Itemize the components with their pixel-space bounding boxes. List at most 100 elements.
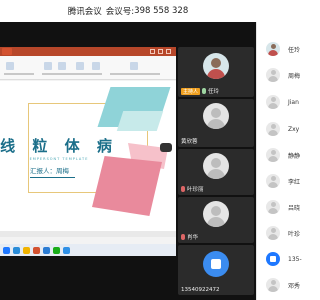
mic-muted-icon	[181, 186, 185, 192]
start-icon[interactable]	[3, 246, 10, 254]
mic-icon	[202, 88, 207, 94]
avatar-head	[211, 206, 221, 216]
close-icon[interactable]	[166, 49, 171, 54]
ribbon-divider	[4, 73, 34, 75]
participant-row[interactable]: Zxy	[257, 117, 301, 141]
avatar-body	[268, 156, 278, 162]
meeting-id: 398 558 328	[134, 6, 189, 16]
participant-name: 邓秀	[288, 282, 301, 290]
participant-row[interactable]: 吕晓	[257, 195, 301, 219]
ppt-statusbar	[0, 231, 176, 237]
avatar-body	[268, 103, 278, 109]
avatar-head	[270, 176, 276, 181]
participant-avatar	[266, 122, 280, 136]
slide-presenter: 汇报人：周梅	[30, 165, 75, 178]
avatar	[203, 153, 229, 179]
folder-icon[interactable]	[23, 246, 30, 254]
avatar-head	[211, 58, 221, 68]
phone-icon	[266, 252, 280, 266]
avatar	[203, 201, 229, 227]
avatar-body	[207, 169, 225, 179]
ribbon-divider	[110, 73, 160, 75]
avatar-head	[270, 44, 276, 49]
video-tile[interactable]: 主持人 任玲	[178, 47, 254, 97]
avatar-head	[270, 97, 276, 102]
slide-title: 线 粒 体 病	[0, 137, 118, 155]
avatar-head	[270, 228, 276, 233]
mic-muted-icon	[181, 234, 185, 240]
edge-icon[interactable]	[13, 246, 20, 254]
participant-name: 任玲	[288, 46, 301, 54]
slide-decoration	[92, 156, 162, 216]
avatar-head	[211, 108, 221, 118]
maximize-icon[interactable]	[158, 49, 163, 54]
participant-row[interactable]: Jian	[257, 90, 301, 114]
tile-name-text: 肖华	[187, 235, 199, 241]
tencent-meeting-icon[interactable]	[63, 246, 70, 254]
participant-name: Jian	[288, 98, 299, 106]
ribbon-slide-icon[interactable]	[44, 62, 52, 70]
presenter-underline	[30, 177, 75, 178]
tile-name: 黄欣蓉	[181, 137, 198, 145]
minimize-icon[interactable]	[150, 49, 155, 54]
tile-name-text: 任玲	[208, 89, 220, 95]
share-bottom-area	[0, 256, 176, 300]
ribbon-shape-icon[interactable]	[130, 62, 138, 70]
participant-name: 135-	[288, 255, 302, 263]
participant-row[interactable]: 邓秀	[257, 273, 301, 297]
avatar	[203, 103, 229, 129]
participant-row[interactable]: 李红	[257, 169, 301, 193]
screen-share-badge[interactable]	[160, 143, 172, 152]
app-title: 腾讯会议	[67, 7, 102, 17]
participant-avatar	[266, 278, 280, 292]
avatar-head	[270, 124, 276, 129]
video-tile[interactable]: 肖华	[178, 197, 254, 243]
avatar-body	[207, 119, 225, 129]
ppt-ribbon[interactable]	[0, 56, 176, 80]
phone-avatar	[203, 251, 229, 277]
word-icon[interactable]	[43, 246, 50, 254]
participant-row[interactable]: 任玲	[257, 37, 301, 61]
participant-row[interactable]: 135-	[257, 247, 302, 271]
video-tile[interactable]: 13540922472	[178, 245, 254, 295]
avatar-head	[270, 70, 276, 75]
tile-name: 13540922472	[181, 287, 220, 293]
participant-avatar	[266, 174, 280, 188]
tile-name: 肖华	[181, 233, 198, 241]
participant-panel: 任玲 周梅 Jian Zxy 静静 李红 吕晓 叶珍 135- 邓秀	[256, 22, 302, 300]
video-tile[interactable]: 叶珍丽	[178, 149, 254, 195]
video-tile[interactable]: 黄欣蓉	[178, 99, 254, 147]
participant-row[interactable]: 静静	[257, 143, 301, 167]
ribbon-align-icon[interactable]	[92, 62, 100, 70]
tile-name: 主持人 任玲	[181, 87, 219, 95]
avatar-body	[207, 69, 225, 79]
ppt-titlebar	[0, 47, 176, 56]
shared-screen[interactable]: 线 粒 体 病 EMPERSONT TEMPLATE 汇报人：周梅	[0, 47, 176, 300]
participant-name: 周梅	[288, 72, 301, 80]
avatar-body	[207, 217, 225, 227]
powerpoint-taskbar-icon[interactable]	[33, 246, 40, 254]
windows-taskbar[interactable]	[0, 244, 176, 256]
ribbon-font-icon[interactable]	[76, 62, 84, 70]
avatar-body	[268, 208, 278, 214]
participant-avatar	[266, 148, 280, 162]
wechat-icon[interactable]	[53, 246, 60, 254]
ribbon-paste-icon[interactable]	[6, 62, 14, 70]
participant-row[interactable]: 周梅	[257, 63, 301, 87]
slide-canvas[interactable]: 线 粒 体 病 EMPERSONT TEMPLATE 汇报人：周梅	[0, 81, 176, 231]
panel-header	[256, 0, 300, 22]
presenter-text: 汇报人：周梅	[30, 167, 69, 175]
slide-subtitle: EMPERSONT TEMPLATE	[29, 157, 89, 161]
tile-name-text: 黄欣蓉	[181, 139, 198, 145]
participant-name: 吕晓	[288, 204, 301, 212]
participant-avatar	[266, 226, 280, 240]
participant-name: Zxy	[288, 125, 300, 133]
phone-icon	[211, 259, 221, 269]
avatar-head	[270, 150, 276, 155]
participant-avatar	[266, 42, 280, 56]
avatar-body	[268, 50, 278, 56]
participant-row[interactable]: 叶珍	[257, 221, 301, 245]
ribbon-layout-icon[interactable]	[58, 62, 66, 70]
avatar-body	[268, 76, 278, 82]
tile-name-text: 13540922472	[181, 287, 220, 293]
